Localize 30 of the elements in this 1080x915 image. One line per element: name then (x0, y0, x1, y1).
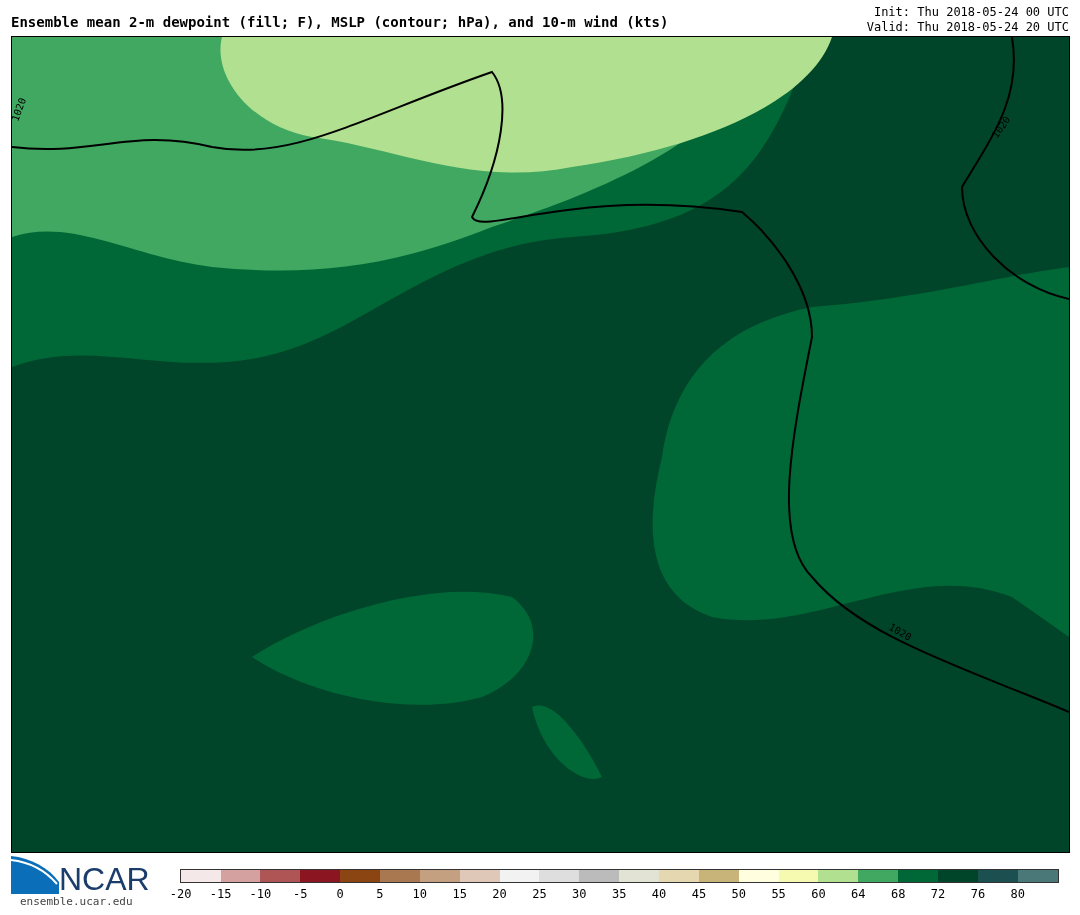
colorbar-label: 0 (336, 886, 344, 903)
colorbar-label: 20 (492, 886, 507, 903)
init-time: Init: Thu 2018-05-24 00 UTC (873, 5, 1069, 20)
website-url: ensemble.ucar.edu (20, 894, 134, 910)
logo-icon (11, 856, 61, 894)
colorbar-label: 50 (731, 886, 746, 903)
contour-label: 1020 (887, 621, 914, 643)
colorbar-label: 30 (572, 886, 587, 903)
colorbar-label: 25 (532, 886, 547, 903)
colorbar-label: 10 (412, 886, 428, 903)
chart-title: Ensemble mean 2-m dewpoint (fill; F), MSLP (contour; hPa), and 10-m wind (kts) (11, 13, 669, 32)
colorbar-label: 5 (376, 886, 384, 903)
colorbar-label: 45 (691, 886, 707, 903)
colorbar-label: 60 (811, 886, 826, 903)
colorbar-label: -15 (209, 886, 232, 903)
colorbar-label: 80 (1010, 886, 1025, 903)
colorbar-label: 76 (970, 886, 986, 903)
colorbar-label: -20 (169, 886, 192, 903)
colorbar-label: 68 (891, 886, 906, 903)
colorbar-label: 15 (452, 886, 467, 903)
colorbar-label: 55 (771, 886, 786, 903)
colorbar-label: -10 (249, 886, 272, 903)
colorbar-label: 72 (930, 886, 946, 903)
valid-time: Valid: Thu 2018-05-24 20 UTC (866, 20, 1069, 35)
colorbar-label: 35 (611, 886, 627, 903)
colorbar-label: 64 (851, 886, 866, 903)
colorbar-label: -5 (293, 886, 308, 903)
contour-label: 1020 (12, 96, 29, 123)
colorbar-label: 40 (651, 886, 667, 903)
logo-text: NCAR (59, 864, 150, 894)
